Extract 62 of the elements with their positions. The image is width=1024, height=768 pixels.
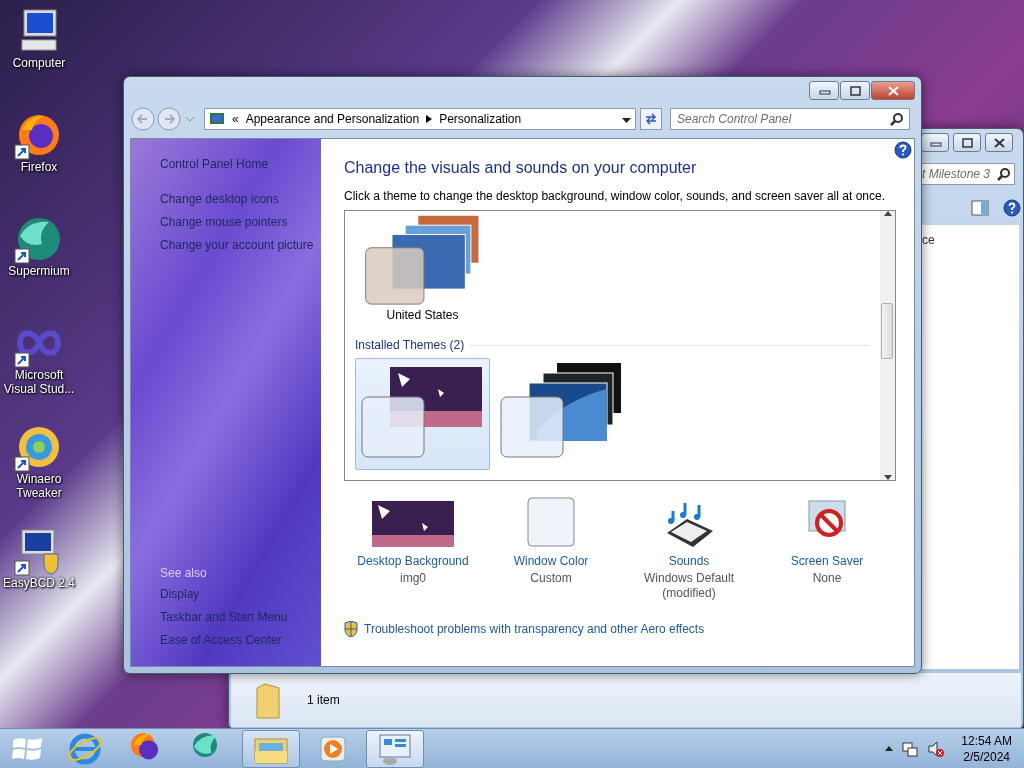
search-icon [890, 112, 904, 126]
scrollbar-thumb[interactable] [881, 303, 893, 359]
sidebar-heading: See also [160, 565, 208, 582]
setting-link[interactable]: Sounds [668, 551, 710, 571]
theme-name: United States [386, 308, 459, 322]
breadcrumb[interactable]: Personalization [439, 112, 522, 126]
color-swatch-icon[interactable] [527, 497, 575, 549]
list-text: ce [922, 233, 935, 247]
scroll-down-arrow-icon[interactable] [883, 475, 892, 480]
maximize-icon [848, 84, 862, 97]
address-bar[interactable]: « Appearance and Personalization Personalization [204, 108, 636, 130]
desktop-icon-label[interactable]: Winaero Tweaker [1, 472, 77, 500]
help-icon[interactable] [894, 141, 912, 159]
section-heading: Installed Themes (2) [355, 338, 465, 352]
search-field[interactable]: t Milestone 3 [919, 163, 1015, 185]
desktop-icon-label[interactable]: Microsoft Visual Stud... [1, 368, 77, 396]
close-icon [886, 84, 900, 97]
minimize-button[interactable] [921, 133, 949, 152]
refresh-icon [644, 112, 658, 126]
clock-date[interactable]: 2/5/2024 [963, 748, 1010, 765]
theme-item[interactable]: United States [355, 211, 490, 323]
close-button[interactable] [985, 133, 1013, 152]
setting-value: Custom [529, 571, 573, 586]
setting-link[interactable]: Screen Saver [790, 551, 864, 571]
maximize-button[interactable] [953, 133, 981, 152]
maximize-button[interactable] [840, 81, 870, 100]
instruction-text: Click a theme to change the desktop background, window color, sounds, and screen saver all at once. [344, 189, 886, 203]
setting-value: None [811, 571, 843, 586]
arrow-icon [426, 115, 433, 123]
setting-value: Windows Default (modified) [642, 571, 735, 601]
breadcrumb[interactable]: Appearance and Personalization [245, 112, 420, 126]
scroll-up-arrow-icon[interactable] [883, 211, 892, 216]
maximize-icon [960, 136, 974, 149]
desktop-icon-label[interactable]: Computer [1, 56, 77, 70]
desktop-icon-label[interactable]: Supermium [1, 264, 77, 278]
clock-time[interactable]: 12:54 AM [961, 732, 1012, 749]
setting-link[interactable]: Window Color [513, 551, 589, 571]
desktop-icon-label[interactable]: Firefox [1, 160, 77, 174]
search-field[interactable]: Search Control Panel [670, 108, 910, 130]
control-panel-icon [209, 112, 225, 126]
taskbar-button[interactable] [366, 729, 424, 768]
close-button[interactable] [871, 81, 915, 100]
breadcrumb-chevron[interactable]: « [232, 112, 239, 126]
taskbar-button[interactable] [242, 729, 300, 768]
refresh-button[interactable] [640, 108, 662, 130]
setting-value: img0 [399, 571, 427, 586]
folder-icon [253, 680, 283, 720]
scrollbar[interactable] [880, 211, 895, 480]
search-icon [997, 167, 1011, 181]
network-icon[interactable] [901, 739, 920, 758]
preview-pane-icon[interactable] [971, 200, 989, 216]
setting-link[interactable]: Desktop Background [357, 551, 469, 571]
help-icon[interactable] [1003, 199, 1021, 217]
dropdown-arrow-icon[interactable] [622, 118, 631, 123]
show-hidden-icons-arrow[interactable] [885, 746, 894, 751]
shield-icon [344, 621, 358, 637]
muted-speaker-icon[interactable] [927, 739, 946, 758]
status-text: 1 item [307, 693, 340, 707]
close-icon [992, 136, 1006, 149]
troubleshoot-link[interactable]: Troubleshoot problems with transparency and other Aero effects [364, 622, 705, 636]
page-heading: Change the visuals and sounds on your computer [344, 159, 698, 177]
minimize-button[interactable] [809, 81, 839, 100]
